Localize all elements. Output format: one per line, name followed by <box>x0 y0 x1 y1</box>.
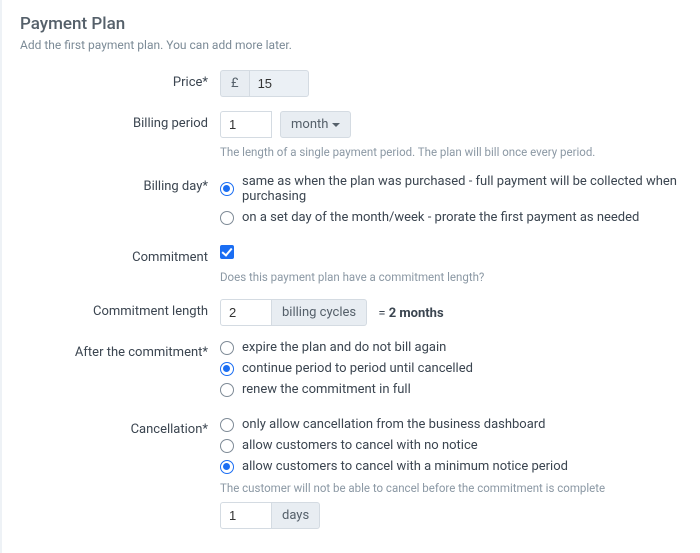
billing-day-label: Billing day* <box>20 174 220 194</box>
after-option-expire[interactable]: expire the plan and do not bill again <box>220 340 682 355</box>
cancel-option-nonotice[interactable]: allow customers to cancel with no notice <box>220 438 682 453</box>
cancel-radio-dashboard[interactable] <box>220 418 234 432</box>
commitment-length-label: Commitment length <box>20 299 220 319</box>
row-billing-day: Billing day* same as when the plan was p… <box>20 174 682 231</box>
after-radio-expire[interactable] <box>220 341 234 355</box>
row-commitment: Commitment Does this payment plan have a… <box>20 245 682 285</box>
billing-day-option-same[interactable]: same as when the plan was purchased - fu… <box>220 174 682 204</box>
after-option-continue[interactable]: continue period to period until cancelle… <box>220 361 682 376</box>
cancel-nonotice-text: allow customers to cancel with no notice <box>242 438 478 453</box>
commitment-length-equals: = 2 months <box>378 306 443 321</box>
row-commitment-length: Commitment length billing cycles = 2 mon… <box>20 299 682 326</box>
price-input-group: £ <box>220 70 309 97</box>
cancel-option-dashboard[interactable]: only allow cancellation from the busines… <box>220 417 682 432</box>
after-commitment-label: After the commitment* <box>20 340 220 360</box>
page-title: Payment Plan <box>20 14 682 34</box>
billing-period-unit-dropdown[interactable]: month <box>280 111 351 138</box>
row-price: Price* £ <box>20 70 682 97</box>
price-label: Price* <box>20 70 220 90</box>
row-billing-period: Billing period month The length of a sin… <box>20 111 682 160</box>
notice-unit: days <box>272 502 320 529</box>
after-renew-text: renew the commitment in full <box>242 382 411 397</box>
commitment-checkbox[interactable] <box>220 245 234 259</box>
cancellation-label: Cancellation* <box>20 417 220 437</box>
billing-day-same-text: same as when the plan was purchased - fu… <box>242 174 682 204</box>
billing-period-group: month <box>220 111 351 138</box>
commitment-length-unit: billing cycles <box>272 299 367 326</box>
cancel-minnotice-text: allow customers to cancel with a minimum… <box>242 459 568 474</box>
cancel-radio-nonotice[interactable] <box>220 439 234 453</box>
commitment-length-input[interactable] <box>220 299 272 326</box>
cancel-option-minnotice[interactable]: allow customers to cancel with a minimum… <box>220 459 682 474</box>
billing-period-hint: The length of a single payment period. T… <box>220 144 682 160</box>
billing-period-label: Billing period <box>20 111 220 131</box>
row-after-commitment: After the commitment* expire the plan an… <box>20 340 682 403</box>
currency-addon: £ <box>220 70 249 97</box>
billing-period-unit-text: month <box>291 117 328 132</box>
billing-period-input[interactable] <box>220 111 272 138</box>
billing-day-radio-set[interactable] <box>220 211 234 225</box>
after-expire-text: expire the plan and do not bill again <box>242 340 446 355</box>
chevron-down-icon <box>332 123 340 127</box>
commitment-hint: Does this payment plan have a commitment… <box>220 269 682 285</box>
notice-value-input[interactable] <box>220 502 272 529</box>
commitment-label: Commitment <box>20 245 220 265</box>
after-continue-text: continue period to period until cancelle… <box>242 361 473 376</box>
cancel-radio-minnotice[interactable] <box>220 460 234 474</box>
row-cancellation: Cancellation* only allow cancellation fr… <box>20 417 682 529</box>
notice-period-group: days <box>220 502 320 529</box>
after-radio-renew[interactable] <box>220 383 234 397</box>
page-subtitle: Add the first payment plan. You can add … <box>20 38 682 52</box>
after-radio-continue[interactable] <box>220 362 234 376</box>
billing-day-option-set[interactable]: on a set day of the month/week - prorate… <box>220 210 682 225</box>
price-input[interactable] <box>249 70 309 97</box>
billing-day-radio-same[interactable] <box>220 182 234 196</box>
cancellation-hint: The customer will not be able to cancel … <box>220 480 682 496</box>
after-option-renew[interactable]: renew the commitment in full <box>220 382 682 397</box>
commitment-length-group: billing cycles <box>220 299 367 326</box>
billing-day-set-text: on a set day of the month/week - prorate… <box>242 210 639 225</box>
cancel-dashboard-text: only allow cancellation from the busines… <box>242 417 545 432</box>
